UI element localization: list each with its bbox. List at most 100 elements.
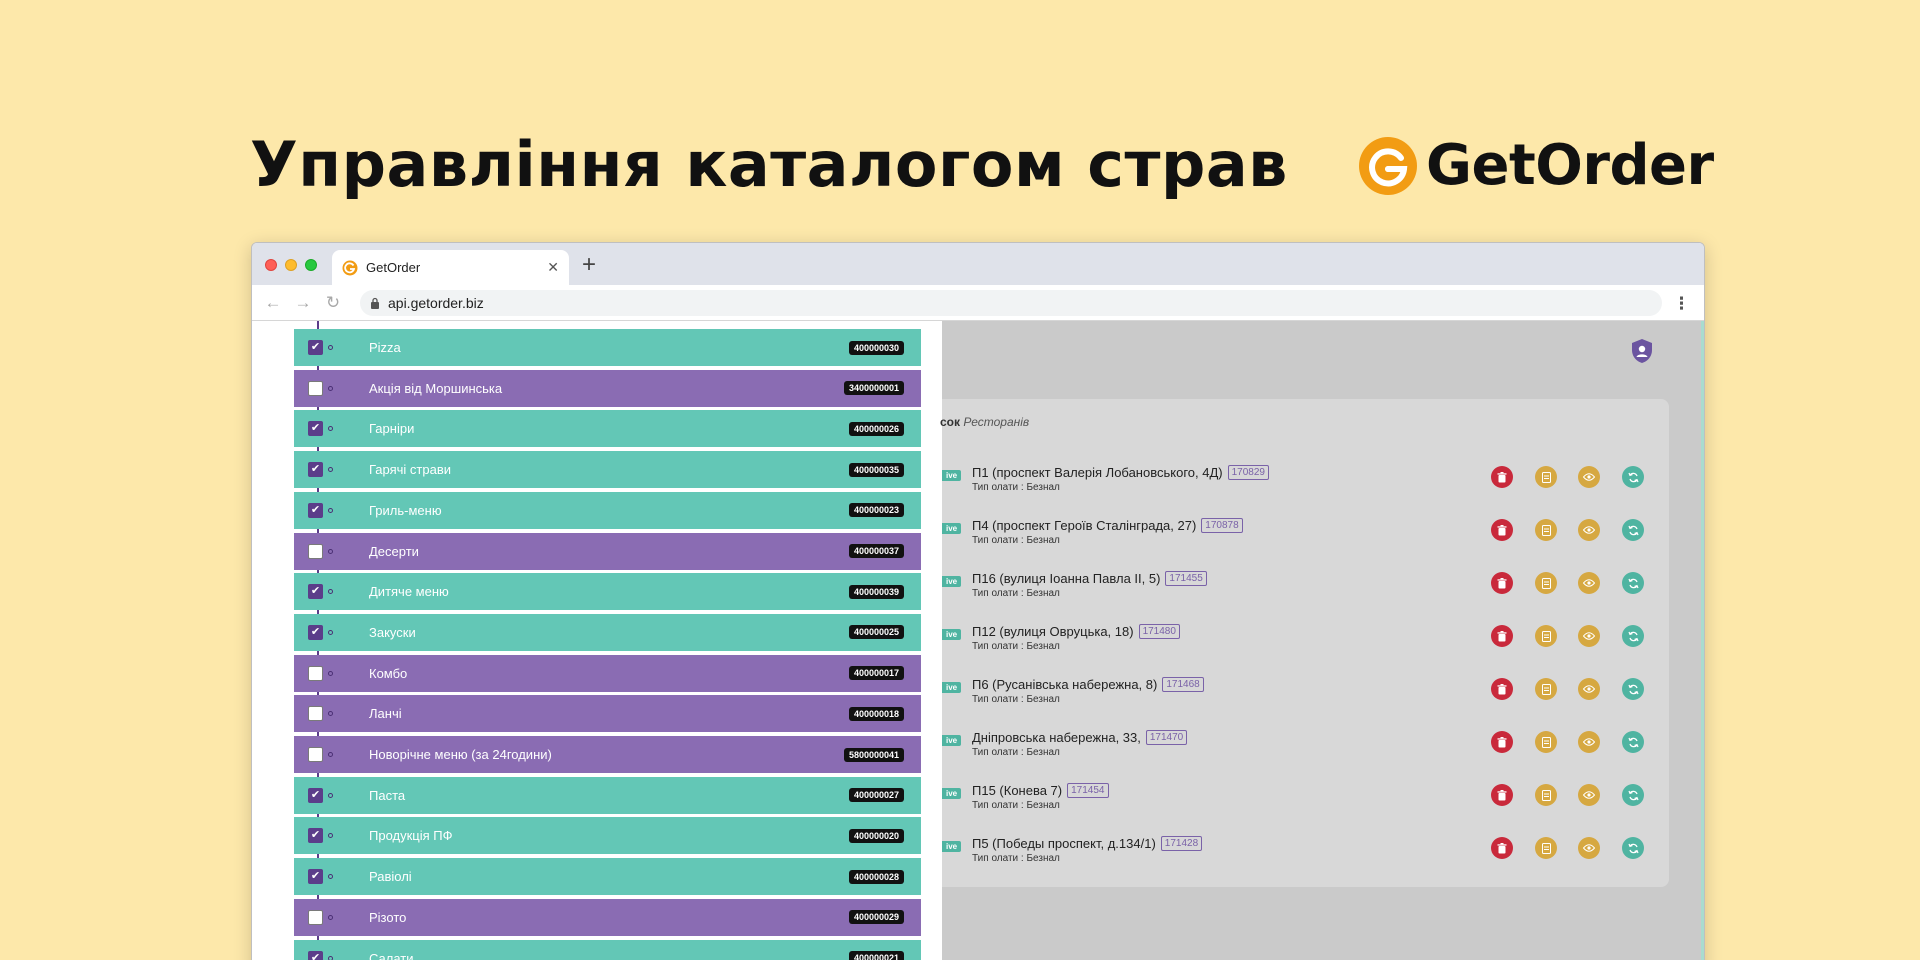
browser-menu-icon[interactable]: ⋮	[1673, 294, 1690, 314]
document-button[interactable]	[1535, 678, 1557, 700]
view-button[interactable]	[1578, 837, 1600, 859]
restaurant-name: П15 (Конева 7) 171454	[972, 783, 1109, 798]
sync-button[interactable]	[1622, 731, 1644, 753]
category-checkbox[interactable]: ✔	[308, 340, 323, 355]
category-checkbox[interactable]	[308, 747, 323, 762]
refresh-icon	[1627, 578, 1639, 589]
reload-icon[interactable]: ↻	[318, 293, 348, 313]
maximize-window-button[interactable]	[305, 259, 317, 271]
document-button[interactable]	[1535, 466, 1557, 488]
category-row[interactable]: Комбо 400000017	[294, 654, 921, 692]
payment-type: Тип олати : Безнал	[972, 747, 1060, 758]
category-checkbox[interactable]: ✔	[308, 787, 323, 803]
refresh-icon	[1627, 790, 1639, 801]
document-button[interactable]	[1535, 784, 1557, 806]
category-row[interactable]: ✔ Гарніри 400000026	[294, 410, 921, 448]
sync-button[interactable]	[1622, 572, 1644, 594]
category-row[interactable]: Ланчі 400000018	[294, 695, 921, 733]
category-checkbox[interactable]	[308, 706, 323, 722]
category-row[interactable]: ✔ Pizza 400000030	[294, 329, 921, 366]
category-checkbox[interactable]: ✔	[308, 624, 323, 640]
document-button[interactable]	[1535, 731, 1557, 753]
document-icon	[1541, 630, 1551, 642]
category-row[interactable]: Десерти 400000037	[294, 532, 921, 570]
brand: GetOrder	[1358, 133, 1714, 198]
category-row[interactable]: ✔ Гриль-меню 400000023	[294, 491, 921, 529]
document-button[interactable]	[1535, 837, 1557, 859]
category-checkbox[interactable]: ✔	[308, 462, 323, 478]
category-row[interactable]: ✔ Паста 400000027	[294, 776, 921, 814]
category-checkbox[interactable]	[308, 543, 323, 559]
view-button[interactable]	[1578, 625, 1600, 647]
category-row[interactable]: ✔ Закуски 400000025	[294, 613, 921, 651]
category-label: Десерти	[369, 543, 419, 559]
node-dot-icon	[328, 589, 333, 595]
node-dot-icon	[328, 711, 333, 717]
category-row[interactable]: ✔ Продукція ПФ 400000020	[294, 817, 921, 855]
category-row[interactable]: ✔ Дитяче меню 400000039	[294, 573, 921, 611]
document-button[interactable]	[1535, 572, 1557, 594]
delete-button[interactable]	[1491, 625, 1513, 647]
category-checkbox[interactable]	[308, 380, 323, 396]
category-checkbox[interactable]: ✔	[308, 869, 323, 885]
view-button[interactable]	[1578, 572, 1600, 594]
sync-button[interactable]	[1622, 519, 1644, 541]
refresh-icon	[1627, 631, 1639, 642]
delete-button[interactable]	[1491, 519, 1513, 541]
view-button[interactable]	[1578, 519, 1600, 541]
minimize-window-button[interactable]	[285, 259, 297, 271]
category-checkbox[interactable]	[308, 665, 323, 681]
view-button[interactable]	[1578, 731, 1600, 753]
back-icon[interactable]: ←	[258, 293, 288, 313]
node-dot-icon	[328, 670, 333, 676]
scrollbar[interactable]	[1701, 321, 1704, 960]
node-dot-icon	[328, 507, 333, 513]
close-window-button[interactable]	[265, 259, 277, 271]
url-field[interactable]: api.getorder.biz	[360, 290, 1662, 316]
category-checkbox[interactable]: ✔	[308, 950, 323, 960]
view-button[interactable]	[1578, 466, 1600, 488]
category-row[interactable]: ✔ Салати 400000021	[294, 939, 921, 960]
close-tab-icon[interactable]: ✕	[547, 259, 559, 276]
document-icon	[1541, 683, 1551, 695]
category-row[interactable]: Новорічне меню (за 24години) 5800000041	[294, 736, 921, 773]
sync-button[interactable]	[1622, 837, 1644, 859]
node-dot-icon	[328, 752, 333, 757]
sync-button[interactable]	[1622, 678, 1644, 700]
delete-button[interactable]	[1491, 572, 1513, 594]
node-dot-icon	[328, 385, 333, 391]
category-label: Pizza	[369, 340, 401, 355]
restaurant-id-badge: 171454	[1067, 783, 1109, 798]
user-shield-icon[interactable]	[1630, 338, 1654, 364]
category-row[interactable]: Акція від Моршинська 3400000001	[294, 369, 921, 407]
category-checkbox[interactable]: ✔	[308, 421, 323, 437]
document-button[interactable]	[1535, 625, 1557, 647]
category-checkbox[interactable]: ✔	[308, 502, 323, 518]
category-row[interactable]: Різото 400000029	[294, 898, 921, 936]
view-button[interactable]	[1578, 784, 1600, 806]
delete-button[interactable]	[1491, 466, 1513, 488]
delete-button[interactable]	[1491, 784, 1513, 806]
sync-button[interactable]	[1622, 784, 1644, 806]
forward-icon[interactable]: →	[288, 293, 318, 313]
restaurant-name-text: Дніпровська набережна, 33,	[972, 730, 1141, 745]
delete-button[interactable]	[1491, 837, 1513, 859]
category-row[interactable]: ✔ Равіолі 400000028	[294, 858, 921, 896]
document-icon	[1541, 471, 1551, 483]
delete-button[interactable]	[1491, 678, 1513, 700]
sync-button[interactable]	[1622, 625, 1644, 647]
live-badge: ive	[942, 523, 962, 534]
delete-button[interactable]	[1491, 731, 1513, 753]
payment-type: Тип олати : Безнал	[972, 800, 1060, 811]
view-button[interactable]	[1578, 678, 1600, 700]
category-row[interactable]: ✔ Гарячі страви 400000035	[294, 451, 921, 489]
category-checkbox[interactable]: ✔	[308, 828, 323, 844]
browser-tab[interactable]: GetOrder ✕	[332, 250, 569, 285]
sync-button[interactable]	[1622, 466, 1644, 488]
restaurant-name: П16 (вулиця Іоанна Павла ІІ, 5) 171455	[972, 571, 1207, 586]
document-button[interactable]	[1535, 519, 1557, 541]
new-tab-icon[interactable]: +	[582, 251, 596, 279]
category-checkbox[interactable]: ✔	[308, 584, 323, 600]
live-badge: ive	[942, 682, 962, 693]
category-checkbox[interactable]	[308, 909, 323, 925]
